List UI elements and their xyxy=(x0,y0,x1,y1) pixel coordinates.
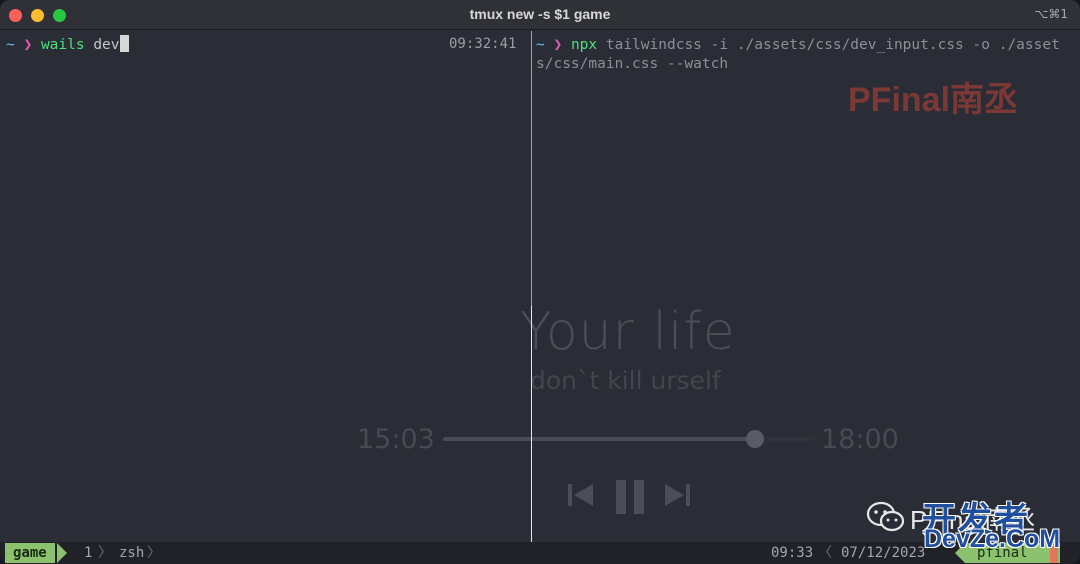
command-argument-wrap: s/css/main.css --watch xyxy=(536,56,729,72)
prompt-arrow: ❯ xyxy=(23,37,33,53)
command-argument: tailwindcss -i ./assets/css/dev_input.cs… xyxy=(597,37,1060,53)
wechat-icon xyxy=(866,501,905,532)
title-bar[interactable]: tmux new -s $1 game ⌥⌘1 xyxy=(0,0,1080,30)
window-shortcut: ⌥⌘1 xyxy=(1034,7,1068,21)
pane-divider-active[interactable] xyxy=(531,31,532,306)
tmux-status-bar: game 1 〉 zsh 〉 09:33 〈 07/12/2023 pfinal xyxy=(0,542,1080,564)
prompt-arrow: ❯ xyxy=(553,37,563,53)
window-name[interactable]: zsh xyxy=(119,544,144,562)
prompt-tilde: ~ xyxy=(6,37,15,53)
terminal-cursor xyxy=(119,35,129,52)
chevron-right-icon: 〉 xyxy=(147,545,161,561)
command-name: wails xyxy=(40,37,85,53)
status-clock: 09:33 xyxy=(771,545,814,561)
left-prompt-time: 09:32:41 xyxy=(449,36,517,52)
left-prompt-line: ~ ❯ wails dev xyxy=(6,35,129,55)
command-argument: dev xyxy=(84,37,120,53)
chevron-left-icon: 〈 xyxy=(818,545,832,561)
watermark-text: PFinal南丞 xyxy=(848,81,1019,119)
window-index[interactable]: 1 xyxy=(84,544,92,562)
status-date: 07/12/2023 xyxy=(841,545,926,561)
window-title: tmux new -s $1 game xyxy=(469,6,611,22)
right-prompt-line: ~ ❯ npx tailwindcss -i ./assets/css/dev_… xyxy=(536,35,1060,55)
session-name[interactable]: game xyxy=(5,543,55,563)
pane-divider[interactable] xyxy=(531,306,532,542)
terminal-window: tmux new -s $1 game ⌥⌘1 Your life don`t … xyxy=(0,0,1080,564)
prompt-tilde: ~ xyxy=(536,37,545,53)
site-logo-english: DevZe.CoM xyxy=(924,525,1061,553)
command-name: npx xyxy=(570,37,598,53)
session-tag-arrow xyxy=(57,543,67,563)
left-pane[interactable]: ~ ❯ wails dev 09:32:41 xyxy=(0,31,531,542)
chevron-right-icon: 〉 xyxy=(98,545,112,561)
